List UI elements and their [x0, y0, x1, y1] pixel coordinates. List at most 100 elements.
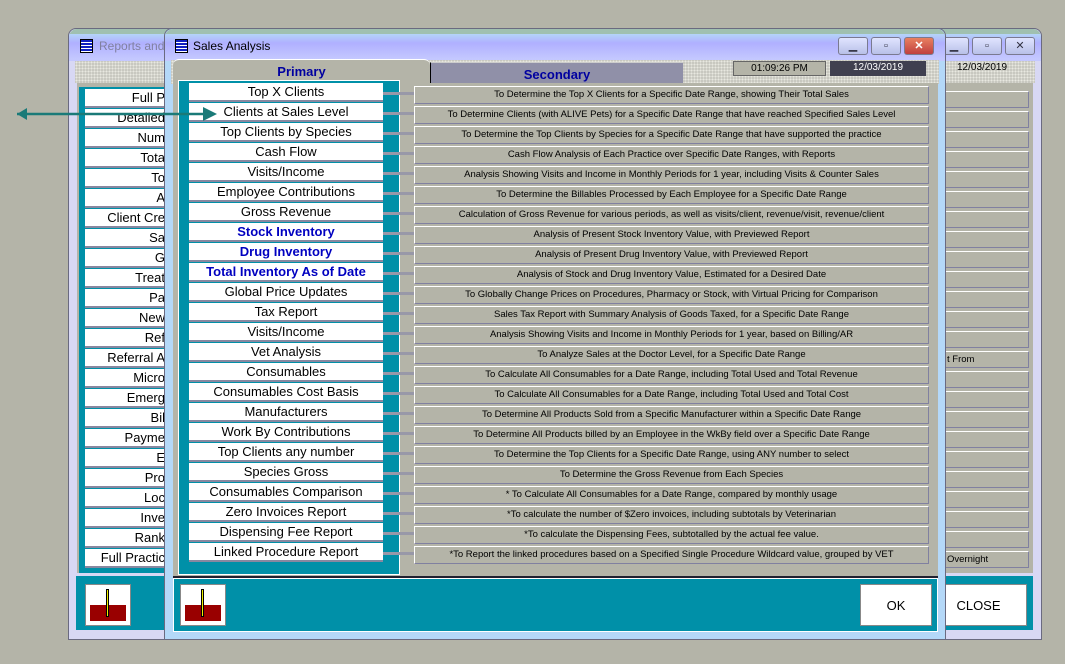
report-description[interactable]: To Calculate All Consumables for a Date …: [414, 386, 929, 404]
minimize-button[interactable]: ▁: [838, 37, 868, 55]
report-button[interactable]: Zero Invoices Report: [189, 503, 383, 522]
report-description[interactable]: [944, 151, 1029, 168]
report-description[interactable]: [944, 191, 1029, 208]
report-description[interactable]: [944, 311, 1029, 328]
report-button[interactable]: G: [85, 249, 165, 268]
report-description[interactable]: Calculation of Gross Revenue for various…: [414, 206, 929, 224]
report-description[interactable]: *To calculate the Dispensing Fees, subto…: [414, 526, 929, 544]
report-description[interactable]: [944, 91, 1029, 108]
report-description[interactable]: [944, 411, 1029, 428]
report-description[interactable]: To Globally Change Prices on Procedures,…: [414, 286, 929, 304]
report-button[interactable]: Top Clients by Species: [189, 123, 383, 142]
report-button[interactable]: Drug Inventory: [189, 243, 383, 262]
report-description[interactable]: [944, 291, 1029, 308]
report-description[interactable]: t From: [944, 351, 1029, 368]
report-description[interactable]: [944, 131, 1029, 148]
report-description[interactable]: [944, 271, 1029, 288]
close-window-button[interactable]: ✕: [1005, 37, 1035, 55]
maximize-button[interactable]: ▫: [871, 37, 901, 55]
report-button[interactable]: Work By Contributions: [189, 423, 383, 442]
report-description[interactable]: [944, 231, 1029, 248]
report-button[interactable]: Consumables: [189, 363, 383, 382]
report-description[interactable]: To Determine All Products Sold from a Sp…: [414, 406, 929, 424]
report-description[interactable]: *To calculate the number of $Zero invoic…: [414, 506, 929, 524]
report-button[interactable]: Rank: [85, 529, 165, 548]
report-button[interactable]: Top X Clients: [189, 83, 383, 102]
report-description[interactable]: Analysis of Stock and Drug Inventory Val…: [414, 266, 929, 284]
report-pencil-icon[interactable]: [180, 584, 226, 626]
report-button[interactable]: Total Inventory As of Date: [189, 263, 383, 282]
report-button[interactable]: Full Practic: [85, 549, 165, 568]
report-pencil-icon[interactable]: [85, 584, 131, 626]
report-button[interactable]: Consumables Cost Basis: [189, 383, 383, 402]
report-description[interactable]: [944, 391, 1029, 408]
report-description[interactable]: Analysis of Present Drug Inventory Value…: [414, 246, 929, 264]
report-description[interactable]: * To Calculate All Consumables for a Dat…: [414, 486, 929, 504]
report-button[interactable]: Manufacturers: [189, 403, 383, 422]
report-button[interactable]: Micro: [85, 369, 165, 388]
report-description[interactable]: [944, 531, 1029, 548]
report-description[interactable]: To Determine Clients (with ALIVE Pets) f…: [414, 106, 929, 124]
maximize-button[interactable]: ▫: [972, 37, 1002, 55]
report-button[interactable]: E: [85, 449, 165, 468]
report-button[interactable]: Vet Analysis: [189, 343, 383, 362]
report-button[interactable]: Cash Flow: [189, 143, 383, 162]
report-button[interactable]: Num: [85, 129, 165, 148]
report-description[interactable]: To Determine the Billables Processed by …: [414, 186, 929, 204]
report-button[interactable]: Tota: [85, 149, 165, 168]
report-button[interactable]: Top Clients any number: [189, 443, 383, 462]
ok-button[interactable]: OK: [860, 584, 932, 626]
report-button[interactable]: Employee Contributions: [189, 183, 383, 202]
report-description[interactable]: Analysis Showing Visits and Income in Mo…: [414, 166, 929, 184]
report-description[interactable]: [944, 331, 1029, 348]
report-description[interactable]: [944, 491, 1029, 508]
tab-secondary[interactable]: Secondary: [430, 62, 683, 83]
report-button[interactable]: Stock Inventory: [189, 223, 383, 242]
close-dialog-button[interactable]: ✕: [904, 37, 934, 55]
report-description[interactable]: [944, 471, 1029, 488]
report-description[interactable]: [944, 451, 1029, 468]
report-description[interactable]: To Analyze Sales at the Doctor Level, fo…: [414, 346, 929, 364]
report-button[interactable]: Loc: [85, 489, 165, 508]
report-button[interactable]: Pa: [85, 289, 165, 308]
report-button[interactable]: Ref: [85, 329, 165, 348]
report-description[interactable]: To Determine the Top Clients by Species …: [414, 126, 929, 144]
report-description[interactable]: [944, 511, 1029, 528]
report-button[interactable]: Visits/Income: [189, 163, 383, 182]
report-button[interactable]: Consumables Comparison: [189, 483, 383, 502]
report-button[interactable]: Payme: [85, 429, 165, 448]
report-description[interactable]: Analysis of Present Stock Inventory Valu…: [414, 226, 929, 244]
report-button[interactable]: To: [85, 169, 165, 188]
report-description[interactable]: Cash Flow Analysis of Each Practice over…: [414, 146, 929, 164]
report-button[interactable]: Gross Revenue: [189, 203, 383, 222]
report-description[interactable]: [944, 251, 1029, 268]
report-button[interactable]: Referral A: [85, 349, 165, 368]
report-button[interactable]: Bil: [85, 409, 165, 428]
report-button[interactable]: Linked Procedure Report: [189, 543, 383, 562]
report-button[interactable]: Client Cre: [85, 209, 165, 228]
report-description[interactable]: [944, 211, 1029, 228]
report-description[interactable]: *To Report the linked procedures based o…: [414, 546, 929, 564]
report-button[interactable]: A: [85, 189, 165, 208]
report-button[interactable]: Inve: [85, 509, 165, 528]
report-description[interactable]: To Determine the Top Clients for a Speci…: [414, 446, 929, 464]
report-description[interactable]: Sales Tax Report with Summary Analysis o…: [414, 306, 929, 324]
report-description[interactable]: [944, 111, 1029, 128]
report-button[interactable]: Sa: [85, 229, 165, 248]
report-description[interactable]: To Determine All Products billed by an E…: [414, 426, 929, 444]
report-description[interactable]: To Calculate All Consumables for a Date …: [414, 366, 929, 384]
report-button[interactable]: Global Price Updates: [189, 283, 383, 302]
report-button[interactable]: Treat: [85, 269, 165, 288]
report-description[interactable]: [944, 431, 1029, 448]
report-button[interactable]: Tax Report: [189, 303, 383, 322]
report-button[interactable]: Species Gross: [189, 463, 383, 482]
report-description[interactable]: Overnight: [944, 551, 1029, 568]
report-description[interactable]: [944, 171, 1029, 188]
report-button[interactable]: Emerg: [85, 389, 165, 408]
report-description[interactable]: To Determine the Gross Revenue from Each…: [414, 466, 929, 484]
report-description[interactable]: [944, 371, 1029, 388]
report-description[interactable]: To Determine the Top X Clients for a Spe…: [414, 86, 929, 104]
report-button[interactable]: Visits/Income: [189, 323, 383, 342]
report-button[interactable]: New: [85, 309, 165, 328]
report-description[interactable]: Analysis Showing Visits and Income in Mo…: [414, 326, 929, 344]
